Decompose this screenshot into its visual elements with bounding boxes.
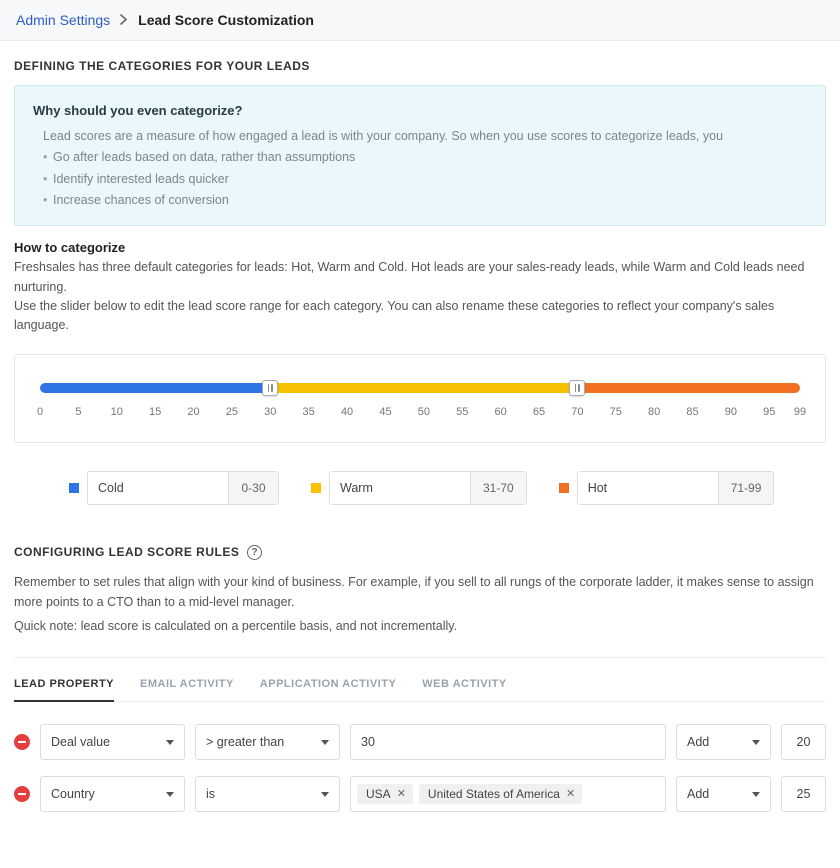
tab-lead-property[interactable]: LEAD PROPERTY	[14, 668, 114, 702]
info-bullet-1: Go after leads based on data, rather tha…	[43, 147, 807, 168]
slider-tick: 99	[794, 406, 806, 418]
rule-operator-select[interactable]	[195, 724, 340, 760]
breadcrumb: Admin Settings Lead Score Customization	[0, 0, 840, 41]
cold-name-input[interactable]	[88, 472, 228, 504]
tab-email-activity[interactable]: EMAIL ACTIVITY	[140, 668, 234, 701]
chip-remove-icon[interactable]: ✕	[397, 787, 406, 800]
breadcrumb-admin-settings[interactable]: Admin Settings	[16, 12, 110, 28]
howto-line-2: Use the slider below to edit the lead sc…	[14, 297, 826, 336]
cold-swatch-icon	[69, 483, 79, 493]
warm-category: 31-70	[311, 471, 527, 505]
slider-tick: 25	[226, 406, 238, 418]
rules-tabs: LEAD PROPERTY EMAIL ACTIVITY APPLICATION A…	[14, 668, 826, 702]
rule-points-input[interactable]	[781, 776, 826, 812]
help-icon[interactable]: ?	[247, 545, 262, 560]
category-labels-row: 0-30 31-70 71-99	[14, 471, 826, 505]
howto-line-1: Freshsales has three default categories …	[14, 258, 826, 297]
rules-description: Remember to set rules that align with yo…	[14, 572, 826, 613]
rule-value-input[interactable]	[351, 725, 665, 759]
value-chip-label: United States of America	[428, 787, 560, 801]
slider-tick: 65	[533, 406, 545, 418]
rule-property-select-input[interactable]	[41, 725, 184, 759]
configuring-rules-heading: CONFIGURING LEAD SCORE RULES ?	[14, 545, 826, 560]
slider-tick: 35	[303, 406, 315, 418]
slider-tick: 40	[341, 406, 353, 418]
slider-tick: 90	[725, 406, 737, 418]
rule-value-field[interactable]: USA ✕ United States of America ✕	[350, 776, 666, 812]
slider-tick: 85	[686, 406, 698, 418]
slider-tick: 60	[494, 406, 506, 418]
slider-tick: 95	[763, 406, 775, 418]
slider-scale: 0510152025303540455055606570758085909599	[40, 406, 800, 422]
rules-quick-note: Quick note: lead score is calculated on …	[14, 619, 826, 633]
rule-action-select-input[interactable]	[677, 725, 770, 759]
hot-range-label: 71-99	[718, 472, 774, 504]
slider-tick: 10	[111, 406, 123, 418]
value-chip[interactable]: USA ✕	[357, 784, 413, 804]
tab-web-activity[interactable]: WEB ACTIVITY	[422, 668, 506, 701]
rule-action-select[interactable]	[676, 776, 771, 812]
breadcrumb-current: Lead Score Customization	[138, 12, 314, 28]
slider-tick: 5	[75, 406, 81, 418]
rule-operator-select[interactable]	[195, 776, 340, 812]
info-bullet-2: Identify interested leads quicker	[43, 169, 807, 190]
how-to-categorize: How to categorize Freshsales has three d…	[14, 238, 826, 336]
slider-handle-warm-hot[interactable]	[569, 380, 585, 396]
hot-bar	[577, 383, 800, 393]
tab-application-activity[interactable]: APPLICATION ACTIVITY	[260, 668, 397, 701]
slider-tick: 75	[610, 406, 622, 418]
slider-tick: 50	[418, 406, 430, 418]
slider-tick: 70	[571, 406, 583, 418]
score-range-track	[40, 380, 800, 396]
rule-action-select-input[interactable]	[677, 777, 770, 811]
howto-heading: How to categorize	[14, 238, 826, 258]
warm-name-input[interactable]	[330, 472, 470, 504]
hot-swatch-icon	[559, 483, 569, 493]
slider-tick: 0	[37, 406, 43, 418]
value-chip-label: USA	[366, 787, 391, 801]
chip-remove-icon[interactable]: ✕	[566, 787, 575, 800]
why-categorize-info-box: Why should you even categorize? Lead sco…	[14, 85, 826, 226]
warm-bar	[270, 383, 577, 393]
slider-tick: 20	[187, 406, 199, 418]
hot-category: 71-99	[559, 471, 775, 505]
info-bullet-3: Increase chances of conversion	[43, 190, 807, 211]
divider	[14, 657, 826, 658]
rule-property-select[interactable]	[40, 724, 185, 760]
score-range-slider-card: 0 5 10 15 20 25 30 35 40 45 50 55 60 65 70 75 80 85 90 95 99	[14, 354, 826, 443]
cold-range-label: 0-30	[228, 472, 278, 504]
delete-rule-button[interactable]	[14, 734, 30, 750]
rule-operator-select-input[interactable]	[196, 725, 339, 759]
cold-category: 0-30	[69, 471, 279, 505]
slider-tick: 30	[264, 406, 276, 418]
delete-rule-button[interactable]	[14, 786, 30, 802]
rule-row	[14, 724, 826, 760]
rules-list: USA ✕ United States of America ✕	[14, 724, 826, 812]
slider-tick: 80	[648, 406, 660, 418]
value-chip[interactable]: United States of America ✕	[419, 784, 582, 804]
rule-points-input[interactable]	[781, 724, 826, 760]
rule-points-input-input[interactable]	[782, 777, 825, 811]
chevron-right-icon	[120, 12, 128, 28]
warm-swatch-icon	[311, 483, 321, 493]
info-box-intro: Lead scores are a measure of how engaged…	[43, 126, 807, 147]
cold-bar	[40, 383, 270, 393]
rule-row: USA ✕ United States of America ✕	[14, 776, 826, 812]
hot-name-input[interactable]	[578, 472, 718, 504]
slider-tick: 45	[379, 406, 391, 418]
slider-tick: 55	[456, 406, 468, 418]
rule-action-select[interactable]	[676, 724, 771, 760]
slider-handle-cold-warm[interactable]	[262, 380, 278, 396]
rule-operator-select-input[interactable]	[196, 777, 339, 811]
slider-tick: 15	[149, 406, 161, 418]
rule-property-select-input[interactable]	[41, 777, 184, 811]
rule-property-select[interactable]	[40, 776, 185, 812]
defining-categories-heading: DEFINING THE CATEGORIES FOR YOUR LEADS	[14, 59, 826, 73]
rule-points-input-input[interactable]	[782, 725, 825, 759]
rule-value-field[interactable]	[350, 724, 666, 760]
warm-range-label: 31-70	[470, 472, 526, 504]
info-box-question: Why should you even categorize?	[33, 100, 807, 122]
